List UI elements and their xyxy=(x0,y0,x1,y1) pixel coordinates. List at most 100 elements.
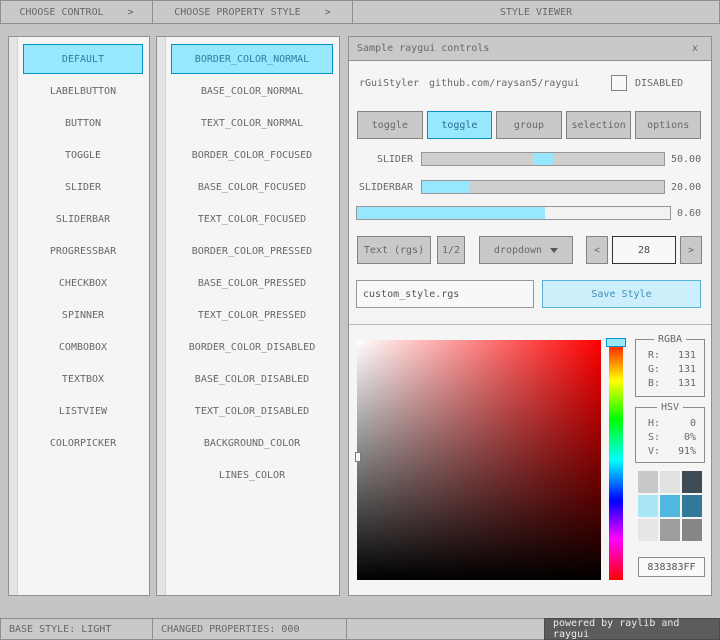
progress-bar-fill xyxy=(357,207,545,219)
color-swatch[interactable] xyxy=(682,519,702,541)
color-swatch[interactable] xyxy=(682,471,702,493)
controls-list-scrollbar[interactable] xyxy=(9,37,18,595)
chevron-right-icon: > xyxy=(128,7,134,18)
list-item-slider[interactable]: SLIDER xyxy=(23,172,143,202)
list-item-base-color-normal[interactable]: BASE_COLOR_NORMAL xyxy=(171,76,333,106)
color-picker-sv-marker[interactable] xyxy=(355,452,361,462)
hsv-row-s: S: 0% xyxy=(648,432,696,443)
color-picker-hue-handle[interactable] xyxy=(606,338,626,347)
list-item-text-color-disabled[interactable]: TEXT_COLOR_DISABLED xyxy=(171,396,333,426)
disabled-checkbox[interactable] xyxy=(611,75,627,91)
spinner-value-field[interactable]: 28 xyxy=(612,236,676,264)
status-bar: BASE STYLE: LIGHT CHANGED PROPERTIES: 00… xyxy=(0,618,720,640)
list-item-progressbar[interactable]: PROGRESSBAR xyxy=(23,236,143,266)
properties-list: BORDER_COLOR_NORMALBASE_COLOR_NORMALTEXT… xyxy=(171,44,333,490)
list-item-border-color-normal[interactable]: BORDER_COLOR_NORMAL xyxy=(171,44,333,74)
rgba-b-value: 131 xyxy=(678,378,696,389)
list-item-base-color-focused[interactable]: BASE_COLOR_FOCUSED xyxy=(171,172,333,202)
rgba-group-box: RGBA R: 131 G: 131 B: 131 xyxy=(635,339,705,397)
sliderbar-fill xyxy=(422,181,470,193)
slider[interactable] xyxy=(421,152,665,166)
list-item-colorpicker[interactable]: COLORPICKER xyxy=(23,428,143,458)
list-item-combobox[interactable]: COMBOBOX xyxy=(23,332,143,362)
list-item-text-color-pressed[interactable]: TEXT_COLOR_PRESSED xyxy=(171,300,333,330)
spinner-decrement-button[interactable]: < xyxy=(586,236,608,264)
list-item-labelbutton[interactable]: LABELBUTTON xyxy=(23,76,143,106)
window-titlebar[interactable]: Sample raygui controls x xyxy=(349,37,711,61)
list-item-button[interactable]: BUTTON xyxy=(23,108,143,138)
text-rgs-button[interactable]: Text (rgs) xyxy=(357,236,431,264)
topbar-segment-choose-control: CHOOSE CONTROL > xyxy=(0,0,153,24)
color-swatch[interactable] xyxy=(682,495,702,517)
sliderbar-value: 20.00 xyxy=(671,180,701,194)
properties-list-scrollbar[interactable] xyxy=(157,37,166,595)
dropdown-select[interactable]: dropdown xyxy=(479,236,573,264)
color-picker-sv-area[interactable] xyxy=(357,340,601,580)
close-icon[interactable]: x xyxy=(687,41,703,57)
list-item-default[interactable]: DEFAULT xyxy=(23,44,143,74)
list-item-lines-color[interactable]: LINES_COLOR xyxy=(171,460,333,490)
topbar-label: CHOOSE PROPERTY STYLE xyxy=(174,7,300,18)
properties-list-panel: BORDER_COLOR_NORMALBASE_COLOR_NORMALTEXT… xyxy=(156,36,340,596)
slider-label: SLIDER xyxy=(349,152,413,166)
list-item-spinner[interactable]: SPINNER xyxy=(23,300,143,330)
list-item-base-color-disabled[interactable]: BASE_COLOR_DISABLED xyxy=(171,364,333,394)
dropdown-label: dropdown xyxy=(494,245,542,256)
toggle-button-4[interactable]: selection xyxy=(566,111,632,139)
toggle-button-3[interactable]: group xyxy=(496,111,562,139)
list-item-border-color-pressed[interactable]: BORDER_COLOR_PRESSED xyxy=(171,236,333,266)
sliderbar[interactable] xyxy=(421,180,665,194)
status-spacer xyxy=(346,618,545,640)
list-item-listview[interactable]: LISTVIEW xyxy=(23,396,143,426)
hsv-group-box: HSV H: 0 S: 0% V: 91% xyxy=(635,407,705,463)
status-changed-properties: CHANGED PROPERTIES: 000 xyxy=(152,618,347,640)
topbar-segment-style-viewer: STYLE VIEWER xyxy=(352,0,720,24)
chevron-right-icon: > xyxy=(325,7,331,18)
hsv-v-label: V: xyxy=(648,446,660,457)
list-item-toggle[interactable]: TOGGLE xyxy=(23,140,143,170)
rgba-g-label: G: xyxy=(648,364,660,375)
spinner-increment-button[interactable]: > xyxy=(680,236,702,264)
color-picker-hue-bar[interactable] xyxy=(609,340,623,580)
topbar-label: STYLE VIEWER xyxy=(500,7,572,18)
rgba-row-g: G: 131 xyxy=(648,364,696,375)
rgba-b-label: B: xyxy=(648,378,660,389)
hsv-h-label: H: xyxy=(648,418,660,429)
hsv-row-h: H: 0 xyxy=(648,418,696,429)
window-title: Sample raygui controls xyxy=(357,43,489,54)
list-item-border-color-focused[interactable]: BORDER_COLOR_FOCUSED xyxy=(171,140,333,170)
hex-color-field[interactable]: 838383FF xyxy=(638,557,705,577)
style-color-swatch-grid xyxy=(638,471,704,541)
rgba-row-b: B: 131 xyxy=(648,378,696,389)
repo-link[interactable]: github.com/raysan5/raygui xyxy=(429,75,580,91)
half-button[interactable]: 1/2 xyxy=(437,236,465,264)
hsv-v-value: 91% xyxy=(678,446,696,457)
list-item-text-color-focused[interactable]: TEXT_COLOR_FOCUSED xyxy=(171,204,333,234)
toggle-button-1[interactable]: toggle xyxy=(357,111,423,139)
app-name-label: rGuiStyler xyxy=(359,75,419,91)
color-swatch[interactable] xyxy=(638,519,658,541)
color-swatch[interactable] xyxy=(660,471,680,493)
slider-handle[interactable] xyxy=(533,153,553,165)
section-divider xyxy=(349,324,711,325)
color-swatch[interactable] xyxy=(638,471,658,493)
rgba-row-r: R: 131 xyxy=(648,350,696,361)
list-item-border-color-disabled[interactable]: BORDER_COLOR_DISABLED xyxy=(171,332,333,362)
list-item-background-color[interactable]: BACKGROUND_COLOR xyxy=(171,428,333,458)
toggle-button-2-active[interactable]: toggle xyxy=(427,111,493,139)
disabled-checkbox-label: DISABLED xyxy=(635,75,683,91)
color-swatch[interactable] xyxy=(660,519,680,541)
status-base-style: BASE STYLE: LIGHT xyxy=(0,618,153,640)
filename-input[interactable] xyxy=(356,280,534,308)
toggle-button-5[interactable]: options xyxy=(635,111,701,139)
color-swatch[interactable] xyxy=(638,495,658,517)
list-item-sliderbar[interactable]: SLIDERBAR xyxy=(23,204,143,234)
list-item-base-color-pressed[interactable]: BASE_COLOR_PRESSED xyxy=(171,268,333,298)
hsv-s-value: 0% xyxy=(684,432,696,443)
list-item-checkbox[interactable]: CHECKBOX xyxy=(23,268,143,298)
list-item-text-color-normal[interactable]: TEXT_COLOR_NORMAL xyxy=(171,108,333,138)
sample-controls-window: Sample raygui controls x rGuiStyler gith… xyxy=(348,36,712,596)
list-item-textbox[interactable]: TEXTBOX xyxy=(23,364,143,394)
save-style-button[interactable]: Save Style xyxy=(542,280,701,308)
color-swatch[interactable] xyxy=(660,495,680,517)
